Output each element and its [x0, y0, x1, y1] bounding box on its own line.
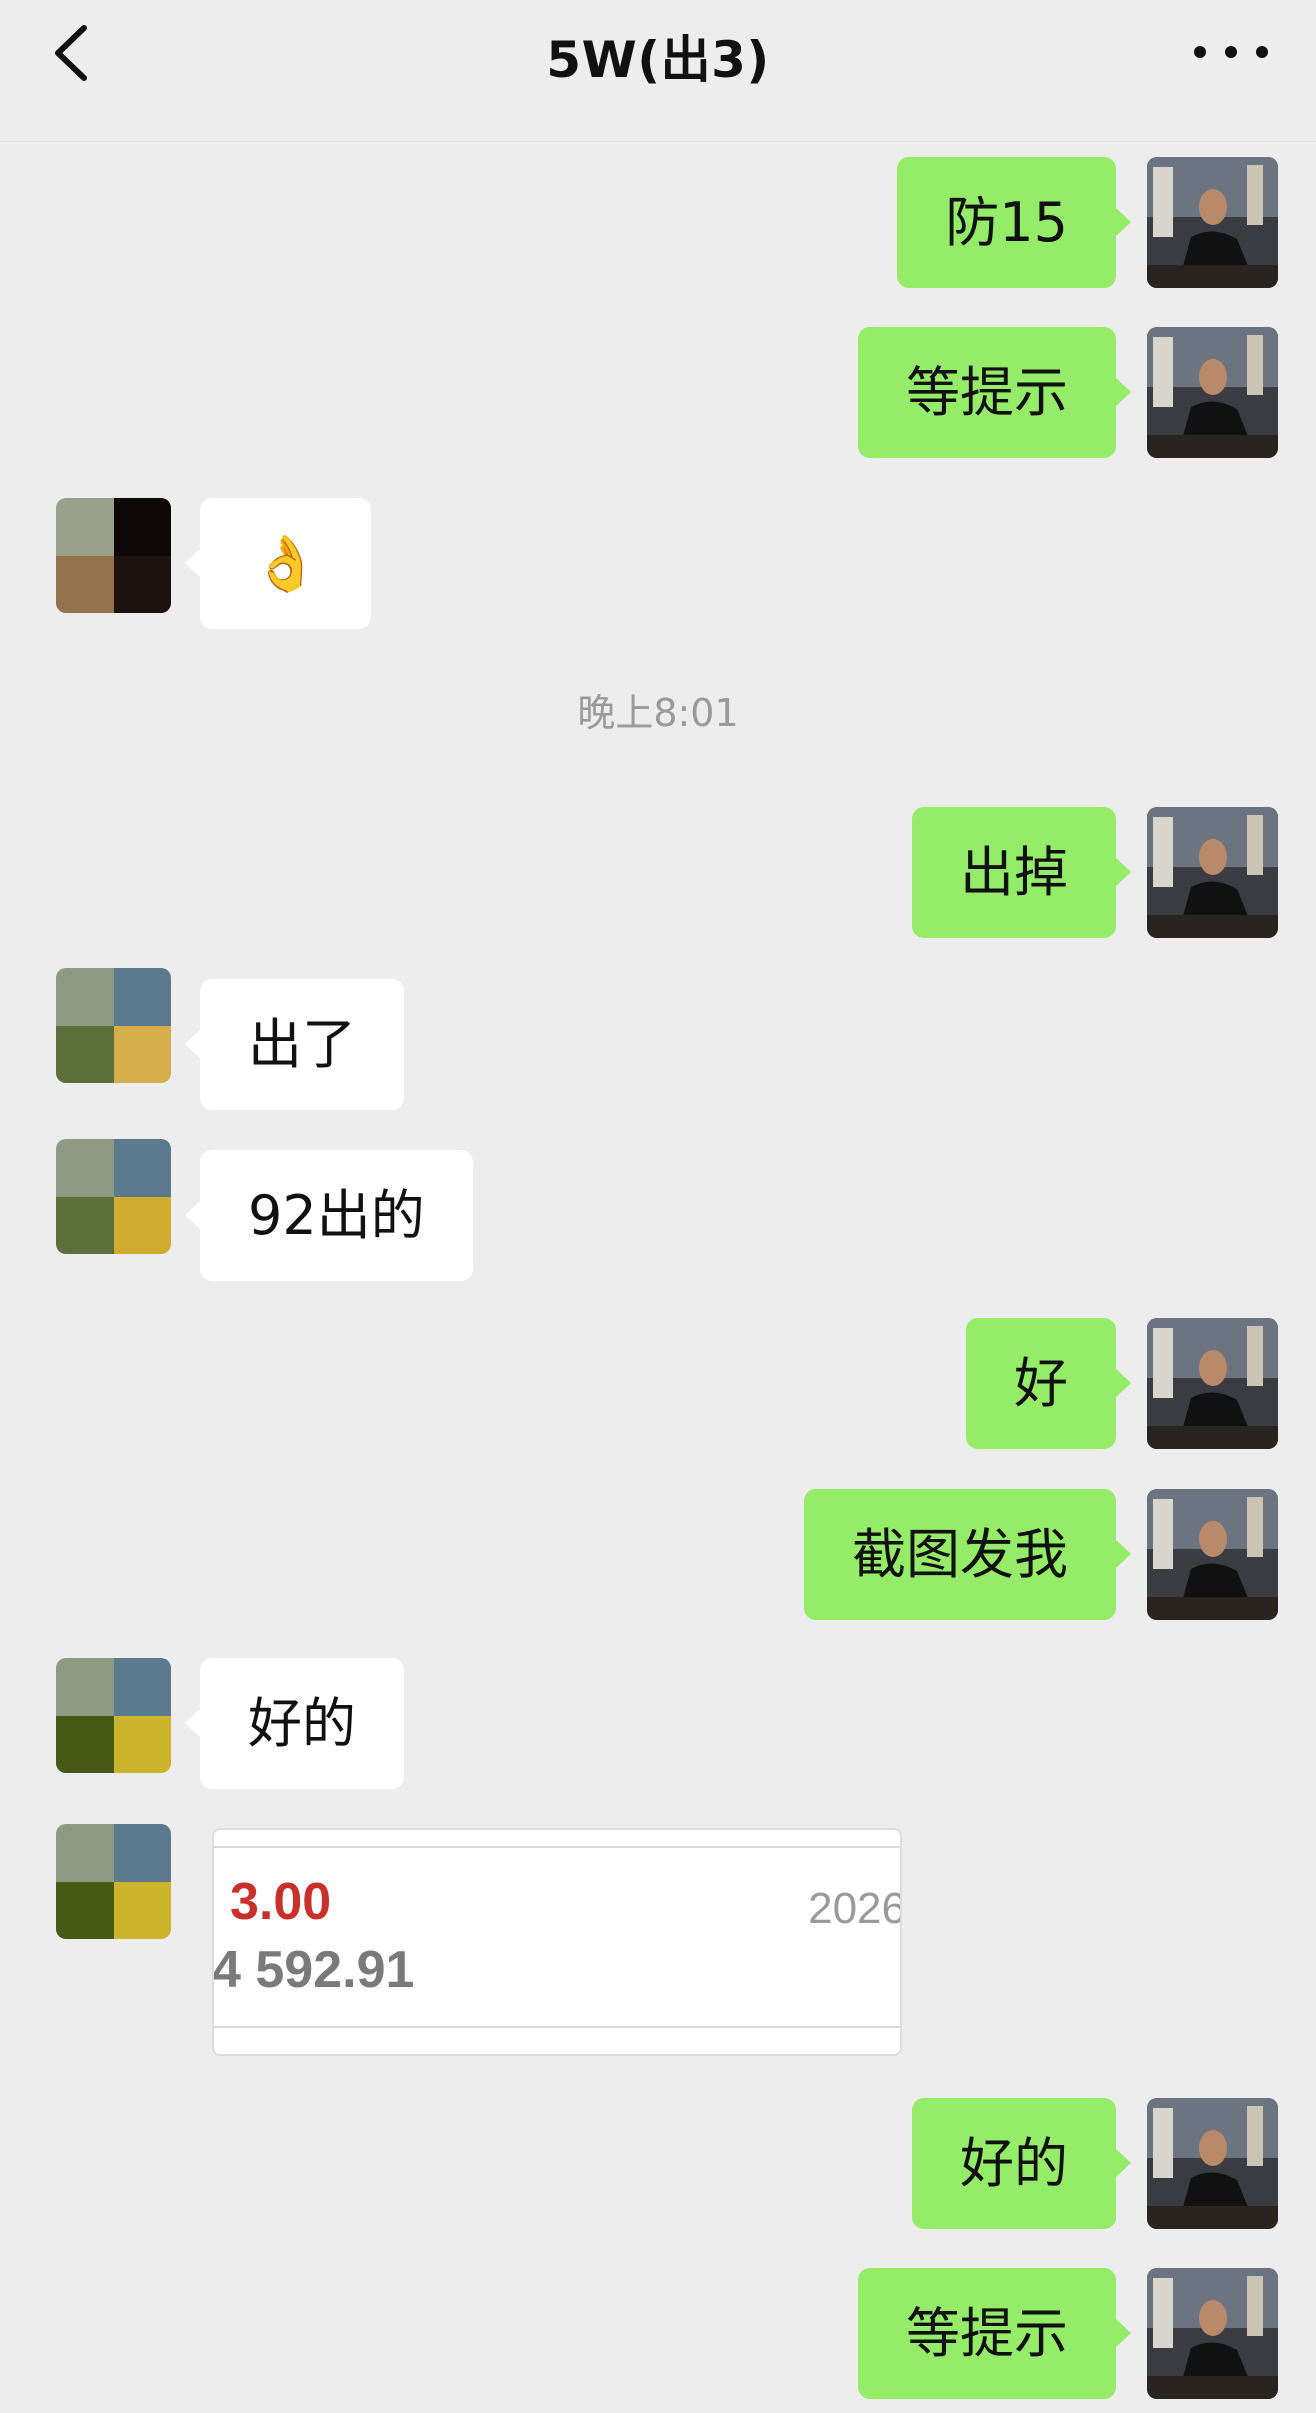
user-photo-icon	[1147, 1318, 1278, 1449]
user-photo-icon	[1147, 1489, 1278, 1620]
image-value-grey: 4 592.91	[212, 1941, 415, 1999]
my-avatar[interactable]	[1147, 2098, 1278, 2229]
more-button[interactable]	[1186, 24, 1276, 80]
contact-avatar[interactable]	[56, 498, 171, 613]
message-bubble-sent[interactable]: 等提示	[858, 327, 1131, 458]
my-avatar[interactable]	[1147, 327, 1278, 458]
my-avatar[interactable]	[1147, 1318, 1278, 1449]
image-value-date: 2026	[808, 1884, 902, 1933]
my-avatar[interactable]	[1147, 1489, 1278, 1620]
message-bubble-sent[interactable]: 等提示	[858, 2268, 1131, 2399]
contact-avatar[interactable]	[56, 1139, 171, 1254]
divider	[214, 2026, 900, 2028]
user-photo-icon	[1147, 807, 1278, 938]
chat-header: 5W(出3)	[0, 0, 1316, 142]
user-photo-icon	[1147, 327, 1278, 458]
message-bubble-sent[interactable]: 好	[966, 1318, 1131, 1449]
image-value-red: 3.00	[230, 1873, 332, 1931]
message-bubble-received[interactable]: 92出的	[185, 1150, 473, 1281]
divider	[214, 1846, 900, 1848]
message-bubble-sent[interactable]: 出掉	[912, 807, 1131, 938]
message-bubble-sent[interactable]: 截图发我	[804, 1489, 1131, 1620]
my-avatar[interactable]	[1147, 807, 1278, 938]
user-photo-icon	[1147, 2098, 1278, 2229]
more-dots-icon	[1194, 46, 1268, 58]
message-bubble-sent[interactable]: 好的	[912, 2098, 1131, 2229]
chat-title: 5W(出3)	[546, 31, 770, 89]
message-timestamp: 晚上8:01	[577, 691, 739, 735]
contact-avatar[interactable]	[56, 968, 171, 1083]
my-avatar[interactable]	[1147, 2268, 1278, 2399]
my-avatar[interactable]	[1147, 157, 1278, 288]
contact-avatar[interactable]	[56, 1824, 171, 1939]
message-bubble-received[interactable]: 👌	[184, 498, 372, 629]
image-message[interactable]: 3.00 2026 4 592.91	[212, 1828, 902, 2056]
contact-avatar[interactable]	[56, 1658, 171, 1773]
message-bubble-received[interactable]: 出了	[185, 979, 404, 1110]
message-bubble-received[interactable]: 好的	[185, 1658, 404, 1789]
message-list: 防15 等提示 👌 晚上8:01 出掉 出了 92出的 好 截图发我 好的 3.…	[0, 142, 1316, 2413]
user-photo-icon	[1147, 2268, 1278, 2399]
message-bubble-sent[interactable]: 防15	[897, 157, 1131, 288]
user-photo-icon	[1147, 157, 1278, 288]
